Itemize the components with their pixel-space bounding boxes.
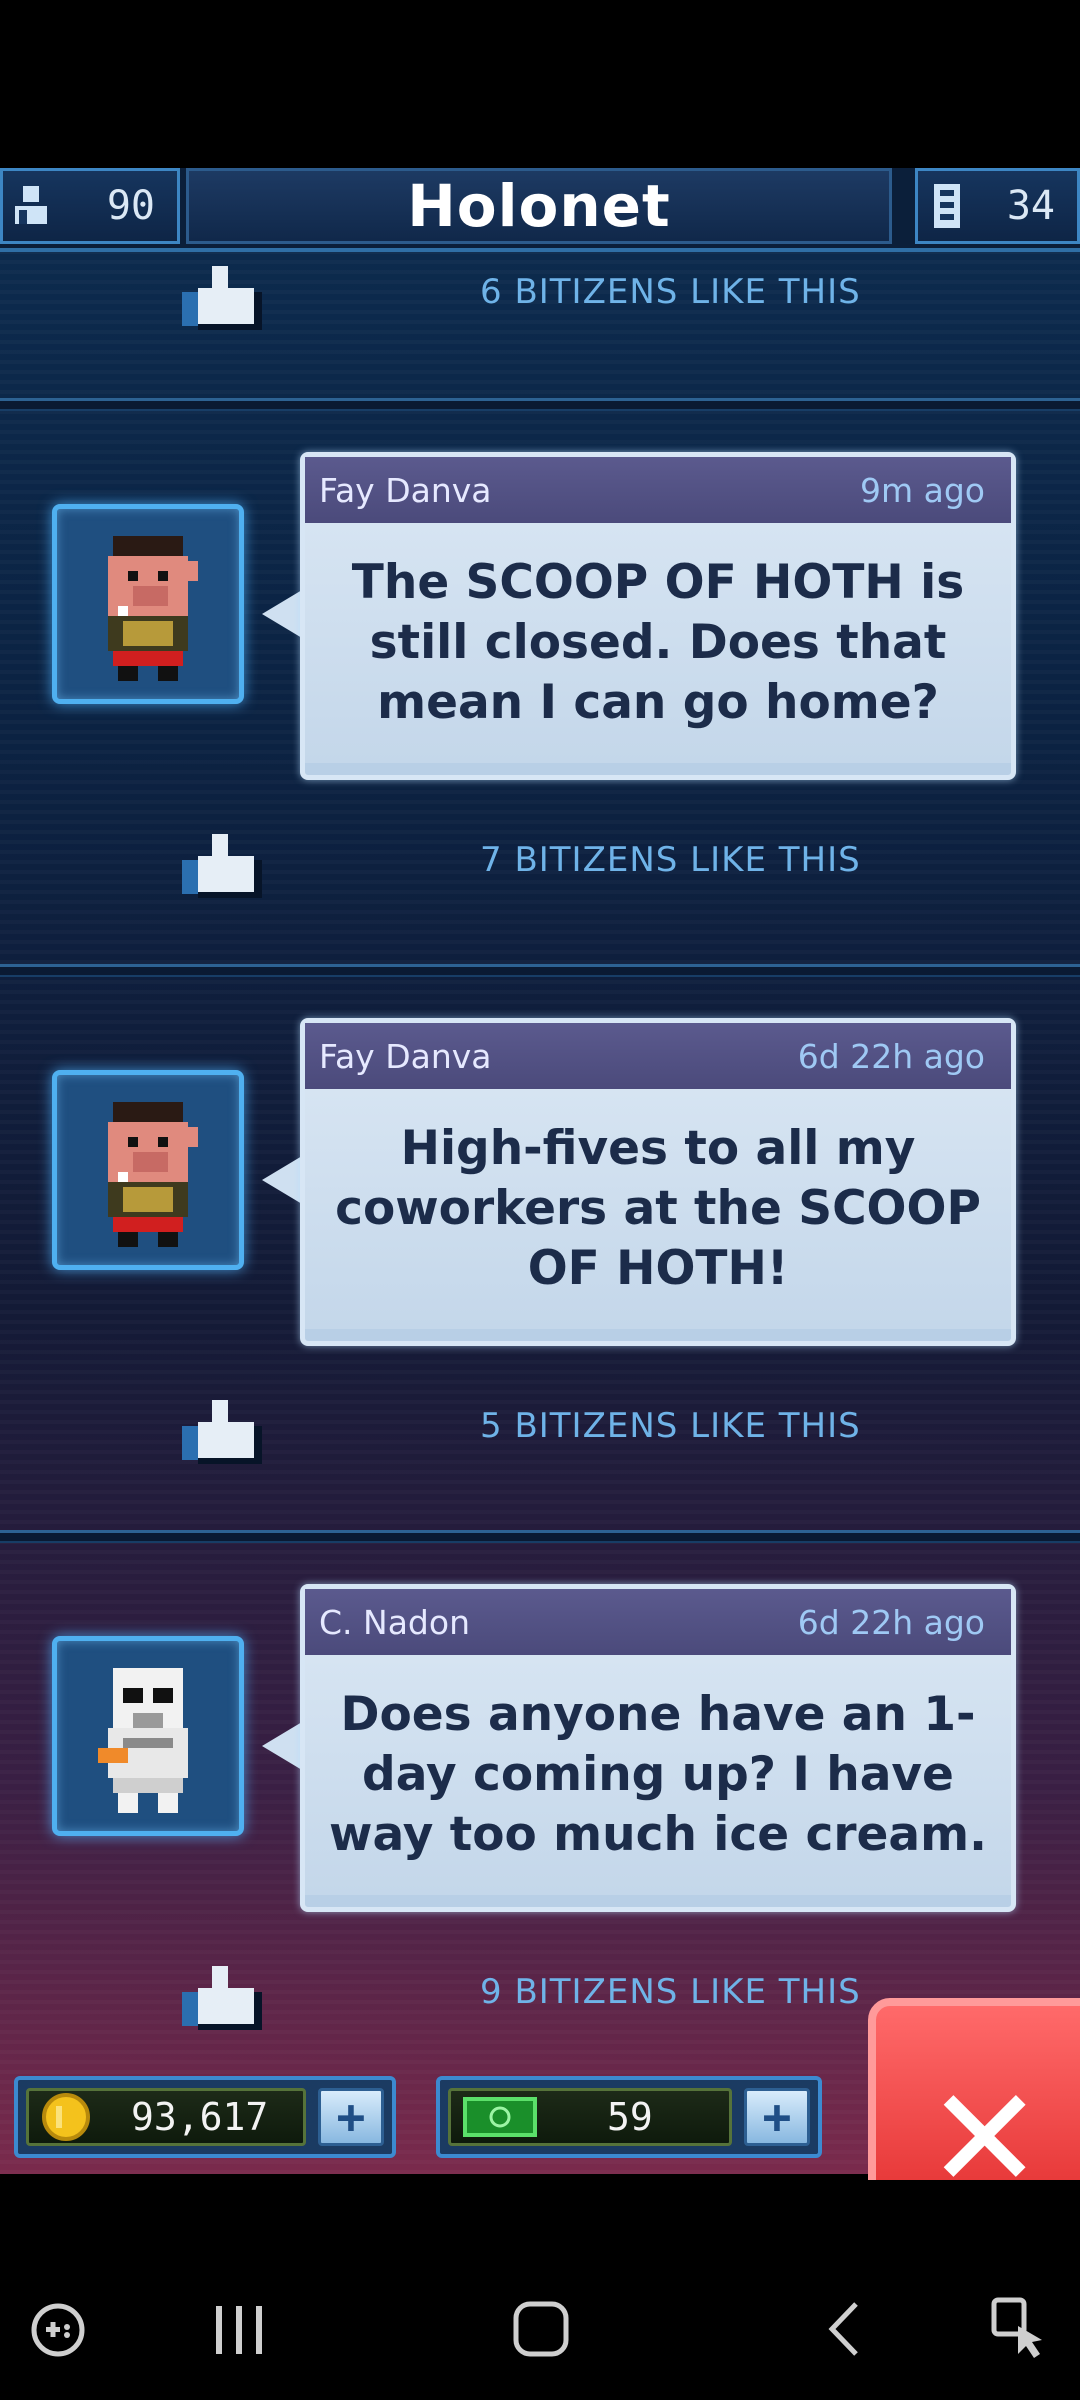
bux-value: 59 [607, 2095, 653, 2139]
currency-bar: 93,617 + 59 + ✕ [0, 1998, 1080, 2248]
bubble-tail [262, 590, 302, 638]
coins-counter[interactable]: 93,617 + [14, 2076, 396, 2158]
message-header: C. Nadon 6d 22h ago [305, 1589, 1011, 1655]
bubble-tail [262, 1722, 302, 1770]
thumbs-up-icon[interactable] [176, 260, 266, 330]
like-count-text: 7 BITIZENS LIKE THIS [480, 840, 861, 880]
like-row: 7 BITIZENS LIKE THIS [0, 820, 1080, 910]
coins-display: 93,617 [26, 2088, 306, 2146]
bux-counter[interactable]: 59 + [436, 2076, 822, 2158]
person-icon [15, 186, 47, 224]
author-avatar[interactable] [52, 1070, 244, 1270]
thumbs-up-icon[interactable] [176, 1960, 266, 2030]
recent-apps-icon[interactable] [212, 2304, 266, 2356]
divider [0, 1530, 1080, 1543]
bux-display: 59 [448, 2088, 732, 2146]
divider [0, 964, 1080, 977]
page-title: Holonet [186, 168, 892, 244]
like-count-text: 6 BITIZENS LIKE THIS [480, 272, 861, 312]
coin-icon [42, 2093, 90, 2141]
message-bubble: C. Nadon 6d 22h ago Does anyone have an … [300, 1584, 1016, 1912]
post-time: 6d 22h ago [797, 1036, 985, 1076]
thumbs-up-icon[interactable] [176, 828, 266, 898]
coins-value: 93,617 [131, 2095, 269, 2139]
imperial-bux-icon [463, 2097, 537, 2137]
top-bar: 90 Holonet 34 [0, 168, 1080, 252]
stormtrooper-bitizen-icon [98, 1668, 188, 1813]
system-nav-bar [0, 2180, 1080, 2400]
author-avatar[interactable] [52, 1636, 244, 1836]
floors-counter[interactable]: 34 [915, 168, 1080, 244]
like-row: 5 BITIZENS LIKE THIS [0, 1386, 1080, 1476]
floors-icon [934, 184, 960, 228]
population-value: 90 [106, 183, 155, 229]
message-text: High-fives to all my coworkers at the SC… [305, 1089, 1011, 1329]
author-name[interactable]: Fay Danva [319, 471, 492, 510]
floors-value: 34 [1006, 183, 1055, 229]
author-avatar[interactable] [52, 504, 244, 704]
like-count-text: 9 BITIZENS LIKE THIS [480, 1972, 861, 2012]
back-icon[interactable] [824, 2300, 864, 2358]
author-name[interactable]: Fay Danva [319, 1037, 492, 1076]
message-text: Does anyone have an 1-day coming up? I h… [305, 1655, 1011, 1895]
post-card: Fay Danva 6d 22h ago High-fives to all m… [0, 1018, 1080, 1358]
post-time: 9m ago [860, 470, 985, 510]
accessibility-cursor-icon[interactable] [990, 2296, 1050, 2360]
buy-bux-button[interactable]: + [744, 2088, 810, 2146]
bubble-tail [262, 1156, 302, 1204]
post-card: Fay Danva 9m ago The SCOOP OF HOTH is st… [0, 452, 1080, 792]
pig-bitizen-icon [108, 1102, 198, 1247]
game-launcher-icon[interactable] [30, 2302, 86, 2358]
population-counter[interactable]: 90 [0, 168, 180, 244]
close-icon: ✕ [926, 2058, 1044, 2221]
message-bubble: Fay Danva 9m ago The SCOOP OF HOTH is st… [300, 452, 1016, 780]
post-time: 6d 22h ago [797, 1602, 985, 1642]
home-icon[interactable] [512, 2300, 570, 2358]
author-name[interactable]: C. Nadon [319, 1603, 470, 1642]
message-bubble: Fay Danva 6d 22h ago High-fives to all m… [300, 1018, 1016, 1346]
divider [0, 398, 1080, 411]
buy-coins-button[interactable]: + [318, 2088, 384, 2146]
pig-bitizen-icon [108, 536, 198, 681]
message-header: Fay Danva 6d 22h ago [305, 1023, 1011, 1089]
thumbs-up-icon[interactable] [176, 1394, 266, 1464]
like-row: 6 BITIZENS LIKE THIS [0, 252, 1080, 342]
post-card: C. Nadon 6d 22h ago Does anyone have an … [0, 1584, 1080, 1924]
holonet-feed[interactable]: 6 BITIZENS LIKE THIS Fay Danva 9m ago Th… [0, 252, 1080, 2174]
message-header: Fay Danva 9m ago [305, 457, 1011, 523]
like-count-text: 5 BITIZENS LIKE THIS [480, 1406, 861, 1446]
message-text: The SCOOP OF HOTH is still closed. Does … [305, 523, 1011, 763]
